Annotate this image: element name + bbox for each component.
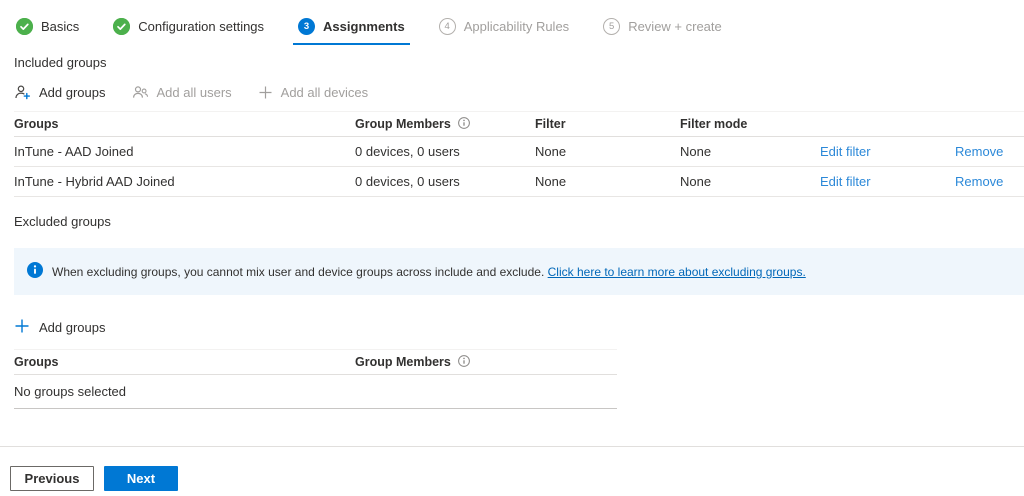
column-header-groups: Groups bbox=[14, 117, 59, 131]
excluded-add-groups-button[interactable]: Add groups bbox=[14, 318, 106, 337]
remove-link[interactable]: Remove bbox=[955, 144, 1003, 159]
included-groups-table: Groups Group Members Filter Filter mode … bbox=[14, 111, 1024, 197]
step-number-badge: 4 bbox=[438, 18, 456, 35]
add-all-users-label: Add all users bbox=[156, 85, 232, 100]
table-header-row: Groups Group Members Filter Filter mode bbox=[14, 111, 1024, 137]
step-configuration-settings[interactable]: Configuration settings bbox=[111, 16, 266, 39]
edit-filter-link[interactable]: Edit filter bbox=[820, 144, 871, 159]
group-members: 0 devices, 0 users bbox=[355, 144, 460, 159]
filter-value: None bbox=[535, 144, 567, 159]
empty-state-row: No groups selected bbox=[14, 375, 617, 409]
add-all-devices-button[interactable]: Add all devices bbox=[258, 85, 368, 100]
step-label: Review + create bbox=[628, 19, 722, 34]
table-row: InTune - AAD Joined 0 devices, 0 users N… bbox=[14, 137, 1024, 167]
step-assignments[interactable]: 3 Assignments bbox=[293, 16, 410, 45]
group-name: InTune - AAD Joined bbox=[14, 144, 134, 159]
column-header-group-members: Group Members bbox=[355, 116, 535, 132]
footer-divider bbox=[0, 446, 1024, 447]
table-header-row: Groups Group Members bbox=[14, 349, 617, 375]
footer-buttons: Previous Next bbox=[10, 466, 178, 491]
remove-link[interactable]: Remove bbox=[955, 174, 1003, 189]
banner-message: When excluding groups, you cannot mix us… bbox=[52, 264, 806, 279]
step-review-create[interactable]: 5 Review + create bbox=[601, 16, 724, 39]
excluded-groups-table: Groups Group Members No groups selected bbox=[14, 349, 617, 409]
filter-value: None bbox=[535, 174, 567, 189]
excluded-groups-title: Excluded groups bbox=[14, 214, 111, 229]
add-groups-label: Add groups bbox=[39, 85, 106, 100]
table-row: InTune - Hybrid AAD Joined 0 devices, 0 … bbox=[14, 167, 1024, 197]
people-icon bbox=[132, 84, 149, 101]
column-header-filter-mode: Filter mode bbox=[680, 117, 748, 131]
info-filled-icon bbox=[27, 262, 43, 281]
check-circle-icon bbox=[16, 18, 33, 35]
step-label: Configuration settings bbox=[138, 19, 265, 34]
plus-icon bbox=[258, 85, 273, 100]
step-label: Applicability Rules bbox=[463, 19, 570, 34]
filter-mode-value: None bbox=[680, 174, 712, 189]
wizard-steps: Basics Configuration settings 3 Assignme… bbox=[14, 16, 724, 45]
step-applicability-rules[interactable]: 4 Applicability Rules bbox=[437, 16, 572, 39]
step-basics[interactable]: Basics bbox=[14, 16, 81, 39]
plus-icon bbox=[14, 318, 30, 337]
check-circle-icon bbox=[113, 18, 131, 35]
active-tab-underline bbox=[293, 43, 410, 45]
previous-button[interactable]: Previous bbox=[10, 466, 94, 491]
excluded-add-groups-label: Add groups bbox=[39, 320, 106, 335]
included-groups-toolbar: Add groups Add all users Add all devices bbox=[14, 84, 368, 101]
included-groups-title: Included groups bbox=[14, 55, 107, 70]
filter-mode-value: None bbox=[680, 144, 712, 159]
next-button[interactable]: Next bbox=[104, 466, 178, 491]
edit-filter-link[interactable]: Edit filter bbox=[820, 174, 871, 189]
group-name: InTune - Hybrid AAD Joined bbox=[14, 174, 175, 189]
person-add-icon bbox=[14, 84, 31, 101]
add-all-devices-label: Add all devices bbox=[280, 85, 369, 100]
step-label: Basics bbox=[41, 19, 80, 34]
step-label: Assignments bbox=[323, 19, 405, 34]
empty-state-text: No groups selected bbox=[14, 384, 127, 399]
add-all-users-button[interactable]: Add all users bbox=[132, 84, 232, 101]
learn-more-link[interactable]: Click here to learn more about excluding… bbox=[548, 265, 806, 279]
step-number-badge: 3 bbox=[298, 18, 316, 35]
add-groups-button[interactable]: Add groups bbox=[14, 84, 106, 101]
column-header-filter: Filter bbox=[535, 117, 566, 131]
column-header-groups: Groups bbox=[14, 355, 59, 369]
info-banner: When excluding groups, you cannot mix us… bbox=[14, 248, 1024, 295]
info-icon[interactable] bbox=[457, 354, 470, 370]
group-members: 0 devices, 0 users bbox=[355, 174, 460, 189]
column-header-group-members: Group Members bbox=[355, 354, 617, 370]
step-number-badge: 5 bbox=[603, 18, 621, 35]
info-icon[interactable] bbox=[457, 116, 470, 132]
